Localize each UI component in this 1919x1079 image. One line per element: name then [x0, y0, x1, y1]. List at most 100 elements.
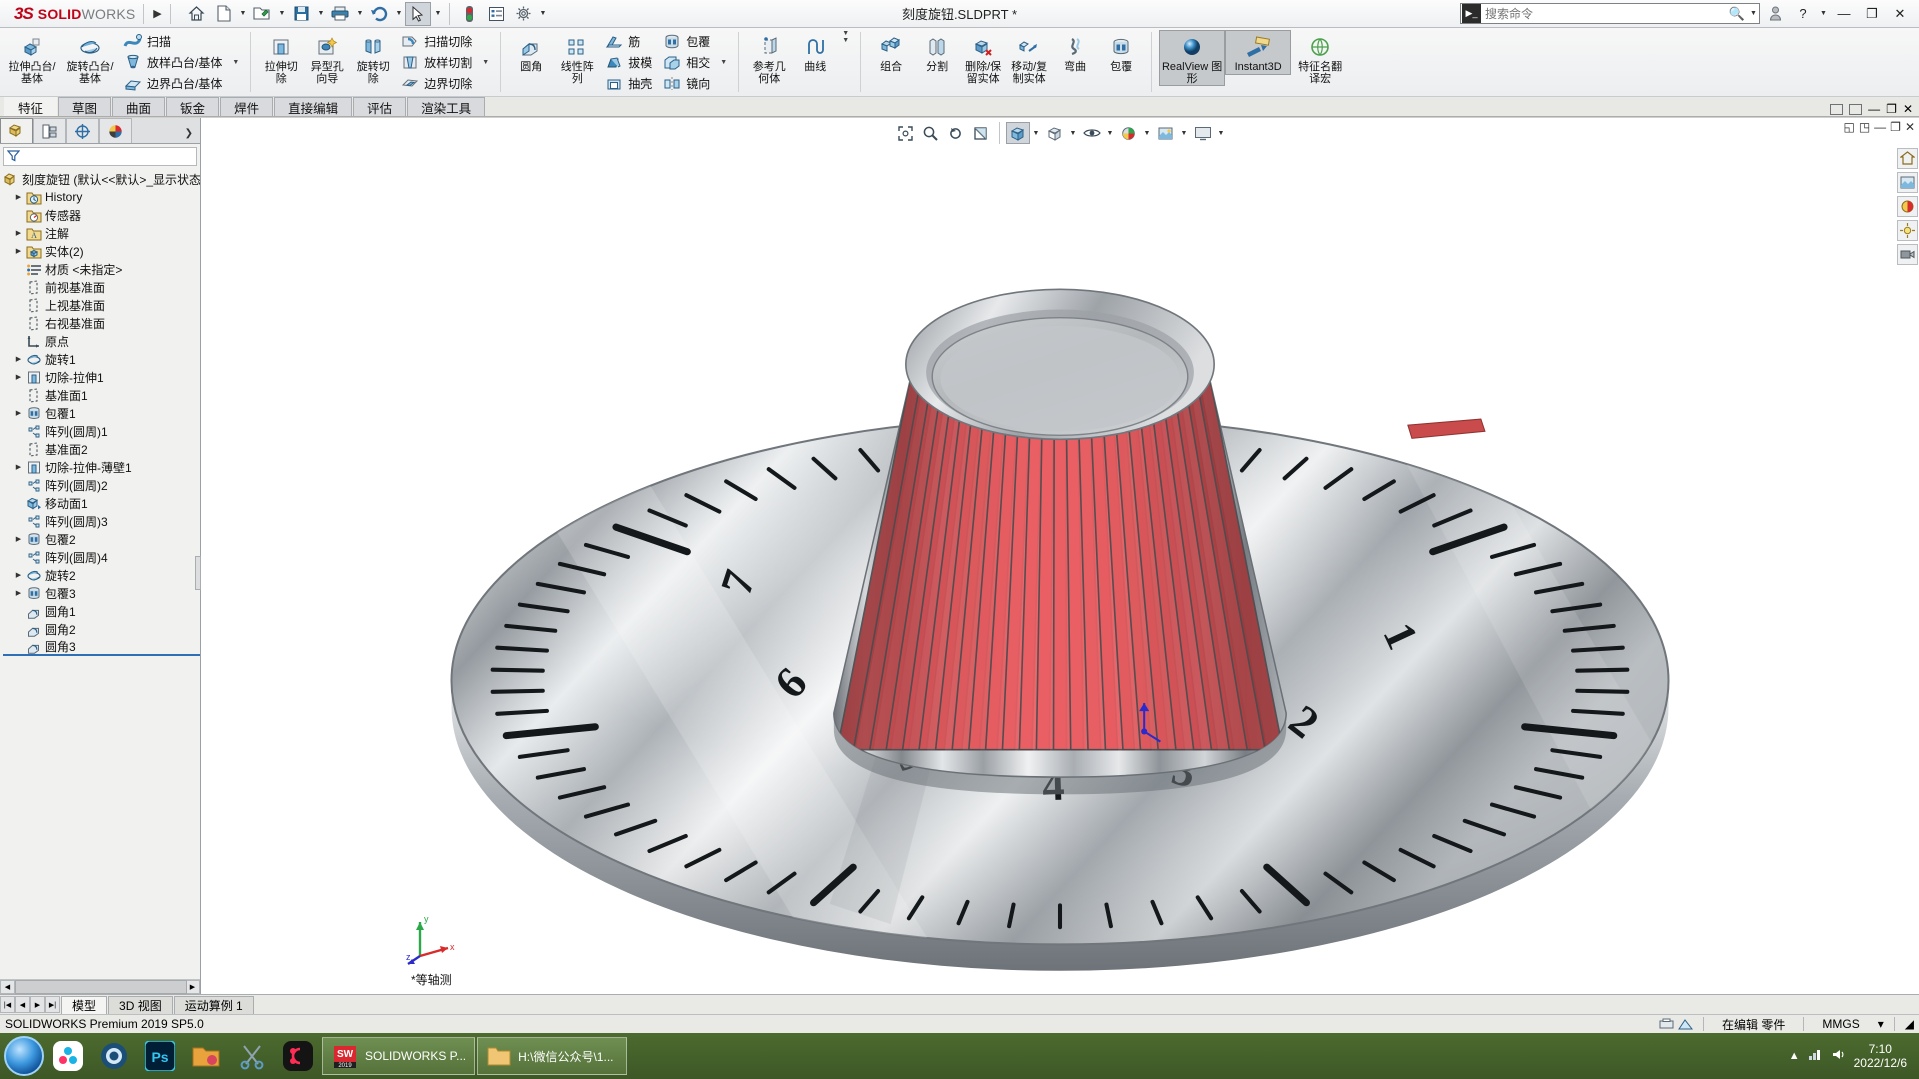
close-viewport-button[interactable]: ✕ — [1905, 120, 1915, 134]
display-manager-tab[interactable] — [99, 118, 132, 143]
search-caret-icon[interactable]: ▼ — [1748, 2, 1759, 26]
tree-expand-arrow-icon[interactable]: ▶ — [12, 247, 25, 255]
user-account-icon[interactable] — [1762, 2, 1788, 26]
tree-expand-arrow-icon[interactable]: ▶ — [12, 535, 25, 543]
taskbar-window-solidworks[interactable]: SW 2019 SOLIDWORKS P... — [322, 1037, 476, 1075]
open-document-caret-icon[interactable]: ▼ — [276, 2, 287, 26]
apply-scene-icon[interactable] — [1154, 122, 1178, 144]
tile-left-icon[interactable] — [1830, 103, 1844, 115]
command-sweep[interactable]: 扫描 — [119, 31, 228, 52]
search-command-box[interactable]: ▶_ 🔍 ▼ — [1460, 3, 1760, 24]
graphics-viewport[interactable]: ▼ ▼ ▼ ▼ ▼ ▼ ◱ ◳ — ❐ ✕ 1 2 6 7 y x z *等轴测 — [201, 118, 1919, 994]
tray-network-icon[interactable] — [1808, 1048, 1823, 1064]
display-style-icon[interactable] — [1043, 122, 1067, 144]
boss-group-caret-icon[interactable]: ▼ — [228, 59, 243, 66]
command-rib[interactable]: 筋 — [600, 31, 658, 52]
display-style-caret-icon[interactable]: ▼ — [1068, 121, 1079, 145]
view-orientation-icon[interactable] — [1005, 122, 1030, 144]
save-icon[interactable] — [288, 2, 314, 26]
hscroll-thumb[interactable] — [15, 980, 187, 994]
hide-show-caret-icon[interactable]: ▼ — [1105, 121, 1116, 145]
command-draft[interactable]: 拔模 — [600, 52, 658, 73]
tab-features[interactable]: 特征 — [4, 97, 58, 116]
nav-last-button[interactable]: ▶| — [45, 996, 60, 1013]
help-caret-icon[interactable]: ▼ — [1818, 2, 1829, 26]
rebuild-icon[interactable] — [456, 2, 482, 26]
menu-expand-arrow-icon[interactable]: ▶ — [144, 7, 170, 20]
decals-icon[interactable] — [1896, 196, 1918, 217]
units-caret-icon[interactable]: ▾ — [1878, 1017, 1884, 1031]
hscroll-track[interactable] — [15, 980, 187, 994]
tree-item[interactable]: ▶ A 注解 — [3, 224, 200, 242]
nav-prev-button[interactable]: ◀ — [15, 996, 30, 1013]
command-intersect[interactable]: 相交 — [658, 52, 716, 73]
view-settings-caret-icon[interactable]: ▼ — [1216, 121, 1227, 145]
command-fillet[interactable]: 圆角 — [508, 30, 554, 75]
new-document-caret-icon[interactable]: ▼ — [237, 2, 248, 26]
command-wrap[interactable]: 包覆 — [658, 31, 716, 52]
settings-caret-icon[interactable]: ▼ — [537, 2, 548, 26]
tree-item[interactable]: 阵列(圆周)3 — [3, 512, 200, 530]
options-list-icon[interactable] — [483, 2, 509, 26]
expand-icon[interactable]: ◳ — [1859, 120, 1870, 134]
panel-expand-icon[interactable]: ❯ — [185, 128, 200, 143]
feature-tree-hscrollbar[interactable]: ◀ ▶ — [0, 979, 200, 994]
feature-group-caret-icon[interactable]: ▼ — [716, 59, 731, 66]
tab-sheetmetal[interactable]: 钣金 — [166, 97, 220, 116]
minimize-window-button[interactable]: — — [1831, 2, 1857, 26]
tree-item[interactable]: ▶ 旋转2 — [3, 566, 200, 584]
collapse-icon[interactable]: ◱ — [1843, 120, 1854, 134]
tray-volume-icon[interactable] — [1831, 1048, 1846, 1064]
previous-view-icon[interactable] — [944, 122, 968, 144]
zoom-to-area-icon[interactable] — [919, 122, 943, 144]
minimize-doc-button[interactable]: — — [1868, 102, 1880, 116]
tree-item[interactable]: ▶ 包覆1 — [3, 404, 200, 422]
tree-item[interactable]: 右视基准面 — [3, 314, 200, 332]
command-instant3d[interactable]: Instant3D — [1225, 30, 1292, 75]
restore-viewport-button[interactable]: ❐ — [1890, 120, 1901, 134]
edit-appearance-icon[interactable] — [1117, 122, 1141, 144]
taskbar-app-okr-icon[interactable] — [276, 1036, 320, 1076]
reference-group-caret-icon[interactable]: ▼ — [838, 30, 853, 37]
tab-weldments[interactable]: 焊件 — [220, 97, 274, 116]
command-move-copy-body[interactable]: 移动/复制实体 — [1006, 30, 1052, 86]
tree-item[interactable]: ▶ 旋转1 — [3, 350, 200, 368]
command-flex[interactable]: 弯曲 — [1052, 30, 1098, 75]
nav-first-button[interactable]: |◀ — [0, 996, 15, 1013]
restore-doc-button[interactable]: ❐ — [1886, 102, 1897, 116]
command-extruded-cut[interactable]: 拉伸切除 — [258, 30, 304, 86]
tab-direct-editing[interactable]: 直接编辑 — [274, 97, 353, 116]
minimize-viewport-button[interactable]: — — [1874, 120, 1886, 134]
command-shell[interactable]: 抽壳 — [600, 73, 658, 94]
settings-gear-icon[interactable] — [510, 2, 536, 26]
command-lofted-cut[interactable]: 放样切割 — [396, 52, 478, 73]
tile-right-icon[interactable] — [1849, 103, 1863, 115]
command-linear-pattern[interactable]: 线性阵列 — [554, 30, 600, 86]
model-tab-motion-study[interactable]: 运动算例 1 — [173, 995, 254, 1014]
close-doc-button[interactable]: ✕ — [1903, 102, 1913, 116]
search-magnifier-icon[interactable]: 🔍 — [1726, 6, 1748, 22]
tree-expand-arrow-icon[interactable]: ▶ — [12, 409, 25, 417]
status-resize-grip[interactable]: ◢ — [1905, 1017, 1914, 1031]
hscroll-right-button[interactable]: ▶ — [185, 980, 200, 994]
tree-expand-arrow-icon[interactable]: ▶ — [12, 373, 25, 381]
command-curves[interactable]: 曲线 — [792, 30, 838, 75]
tree-item[interactable]: 阵列(圆周)2 — [3, 476, 200, 494]
tree-item[interactable]: 圆角1 — [3, 602, 200, 620]
print-icon[interactable] — [327, 2, 353, 26]
tree-item[interactable]: 原点 — [3, 332, 200, 350]
search-input[interactable] — [1485, 6, 1726, 21]
cut-group-caret-icon[interactable]: ▼ — [478, 59, 493, 66]
select-caret-icon[interactable]: ▼ — [432, 2, 443, 26]
tray-show-hidden-icon[interactable]: ▲ — [1789, 1050, 1800, 1062]
command-boundary-boss[interactable]: 边界凸台/基体 — [119, 73, 228, 94]
tree-expand-arrow-icon[interactable]: ▶ — [12, 355, 25, 363]
tree-expand-arrow-icon[interactable]: ▶ — [12, 463, 25, 471]
save-caret-icon[interactable]: ▼ — [315, 2, 326, 26]
tree-item[interactable]: 阵列(圆周)1 — [3, 422, 200, 440]
undo-icon[interactable] — [366, 2, 392, 26]
new-document-icon[interactable] — [210, 2, 236, 26]
command-reference-geometry[interactable]: 参考几何体 — [746, 30, 792, 86]
command-combine[interactable]: 组合 — [868, 30, 914, 75]
command-lofted-boss[interactable]: 放样凸台/基体 — [119, 52, 228, 73]
